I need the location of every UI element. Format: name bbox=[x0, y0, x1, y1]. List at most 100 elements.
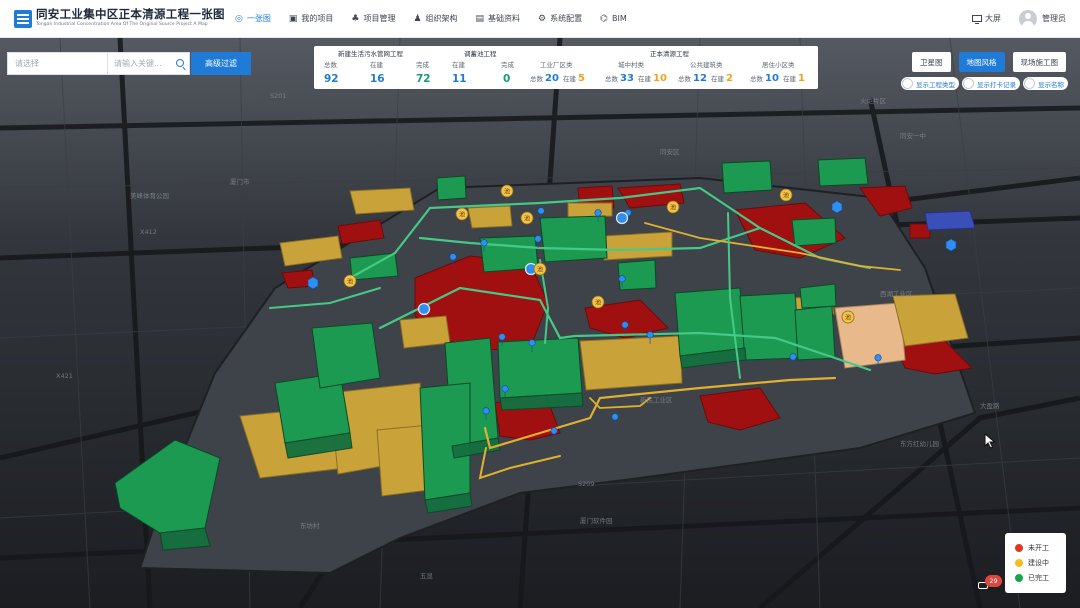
nav-item-project-management[interactable]: ♣ 项目管理 bbox=[342, 0, 404, 38]
stat-value: 92 bbox=[324, 73, 339, 85]
toggle-label: 显示工程类型 bbox=[916, 80, 955, 89]
map-label: 同安区 bbox=[660, 147, 680, 156]
top-navbar: 同安工业集中区正本清源工程一张图 Tongan Industrial Conce… bbox=[0, 0, 1080, 38]
search-input[interactable]: 请输入关键... bbox=[108, 52, 190, 75]
legend-label: 未开工 bbox=[1028, 544, 1049, 552]
map-label: 东坊村 bbox=[300, 521, 320, 530]
map-label: X421 bbox=[56, 372, 73, 380]
legend-dot bbox=[1015, 559, 1023, 567]
search-icon[interactable] bbox=[176, 59, 184, 67]
map-label: S209 bbox=[578, 480, 595, 488]
bigscreen-label: 大屏 bbox=[985, 14, 1001, 23]
avatar[interactable] bbox=[1019, 9, 1037, 28]
toggle-knob bbox=[902, 78, 913, 89]
gear-icon: ⚙ bbox=[538, 13, 547, 24]
people-icon: ♟ bbox=[413, 13, 422, 24]
layer-toggles: 显示工程类型 显示打卡记录 显示名称 bbox=[898, 77, 1068, 90]
bim-icon: ⌬ bbox=[600, 13, 608, 24]
logo-icon bbox=[14, 9, 32, 28]
category-name: 工业厂区类 bbox=[540, 61, 573, 69]
map-style-button[interactable]: 地图风格 bbox=[958, 52, 1005, 72]
category-select[interactable]: 请选择 bbox=[7, 52, 108, 75]
pool-marker-text: 池 bbox=[783, 192, 789, 200]
stat-value: 0 bbox=[503, 73, 511, 85]
nav-label: BIM bbox=[611, 14, 627, 23]
database-icon: ▤ bbox=[475, 13, 485, 24]
nav-item-system-config[interactable]: ⚙ 系统配置 bbox=[529, 0, 591, 38]
category-stats: 总数 12 在建 2 bbox=[678, 73, 733, 84]
satellite-button[interactable]: 卫星图 bbox=[912, 52, 951, 72]
pool-marker-text: 池 bbox=[504, 188, 510, 196]
nav-item-my-projects[interactable]: ▣ 我的项目 bbox=[280, 0, 343, 38]
site-construction-button[interactable]: 现场施工图 bbox=[1012, 52, 1066, 72]
toggle-knob bbox=[963, 78, 974, 89]
category-stats: 总数 10 在建 1 bbox=[750, 73, 805, 84]
main-nav: ◎ 一张图 ▣ 我的项目 ♣ 项目管理 ♟ 组织架构 ▤ 基础资料 ⚙ 系统配置… bbox=[226, 0, 636, 38]
stat-label: 在建 bbox=[370, 61, 383, 69]
app-subtitle: Tongan Industrial Concentration Area Of … bbox=[36, 21, 208, 27]
legend-item-completed: 已完工 bbox=[1015, 573, 1066, 583]
toggle-knob bbox=[1024, 78, 1035, 89]
stat-label: 总数 bbox=[324, 61, 337, 69]
stat-label: 完成 bbox=[501, 61, 514, 69]
advanced-filter-button[interactable]: 高级过滤 bbox=[191, 52, 251, 75]
nav-item-map[interactable]: ◎ 一张图 bbox=[226, 0, 280, 38]
legend-label: 建设中 bbox=[1028, 559, 1049, 567]
search-placeholder: 请输入关键... bbox=[114, 59, 162, 68]
stat-value: 11 bbox=[452, 73, 467, 85]
filter-bar: 请选择 请输入关键... 高级过滤 bbox=[7, 52, 251, 75]
stat-group-title: 新建生活污水管网工程 bbox=[338, 50, 403, 58]
category-name: 居住小区类 bbox=[762, 61, 795, 69]
username[interactable]: 管理员 bbox=[1042, 13, 1066, 24]
map-label: 大盈路 bbox=[980, 401, 1000, 410]
legend-item-in-progress: 建设中 bbox=[1015, 558, 1066, 568]
stat-value: 72 bbox=[416, 73, 431, 85]
category-stats: 总数 20 在建 5 bbox=[530, 73, 585, 84]
map-label: 厦门软件园 bbox=[580, 516, 613, 525]
stats-panel: 新建生活污水管网工程 总数 在建 完成 92 16 72 调蓄池工程 在建 完成… bbox=[314, 46, 818, 89]
pool-marker-text: 池 bbox=[347, 278, 353, 286]
map-label: S201 bbox=[270, 92, 287, 100]
org-icon: ♣ bbox=[351, 13, 360, 24]
nav-label: 一张图 bbox=[246, 14, 271, 23]
toggle-label: 显示名称 bbox=[1038, 80, 1064, 89]
folder-icon: ▣ bbox=[288, 13, 298, 24]
map-label: 西湖工业区 bbox=[880, 289, 913, 298]
category-name: 城中村类 bbox=[618, 61, 644, 69]
category-stats: 总数 33 在建 10 bbox=[605, 73, 667, 84]
stat-group-title: 调蓄池工程 bbox=[464, 50, 497, 58]
nav-label: 组织架构 bbox=[425, 14, 458, 23]
nav-label: 项目管理 bbox=[363, 14, 396, 23]
stat-label: 完成 bbox=[416, 61, 429, 69]
map-label: 新民工业区 bbox=[640, 395, 673, 404]
stat-value: 16 bbox=[370, 73, 385, 85]
stat-label: 在建 bbox=[452, 61, 465, 69]
app-logo[interactable]: 同安工业集中区正本清源工程一张图 Tongan Industrial Conce… bbox=[0, 7, 226, 28]
nav-label: 系统配置 bbox=[550, 14, 583, 23]
nav-item-bim[interactable]: ⌬ BIM bbox=[591, 0, 636, 38]
nav-item-basic-data[interactable]: ▤ 基础资料 bbox=[467, 0, 530, 38]
mouse-cursor-icon bbox=[984, 433, 996, 449]
bigscreen-button[interactable]: 大屏 bbox=[972, 13, 1001, 24]
category-name: 公共建筑类 bbox=[690, 61, 723, 69]
map-label: 五显 bbox=[420, 572, 434, 580]
toggle-project-type[interactable]: 显示工程类型 bbox=[901, 77, 959, 90]
globe-icon: ◎ bbox=[235, 13, 243, 24]
pool-marker-text: 池 bbox=[670, 204, 676, 212]
map-label: 美峰体育公园 bbox=[130, 191, 169, 200]
monitor-icon bbox=[972, 15, 982, 24]
toggle-checkin-records[interactable]: 显示打卡记录 bbox=[962, 77, 1020, 90]
toggle-label: 显示打卡记录 bbox=[977, 80, 1016, 89]
map-label: 同安一中 bbox=[900, 131, 926, 140]
pool-marker-text: 池 bbox=[845, 314, 851, 322]
app-title: 同安工业集中区正本清源工程一张图 bbox=[36, 7, 225, 22]
map-canvas[interactable]: 池 池 池 池 池 池 池 池 池 厦门市 同安区 美峰体育公园 西湖工业区 X… bbox=[0, 38, 1080, 608]
map-style-switcher: 卫星图 地图风格 现场施工图 bbox=[904, 52, 1066, 72]
toggle-names[interactable]: 显示名称 bbox=[1023, 77, 1068, 90]
notification-badge: 29 bbox=[985, 575, 1002, 587]
legend-dot bbox=[1015, 544, 1023, 552]
pool-marker-text: 池 bbox=[537, 266, 543, 274]
nav-label: 基础资料 bbox=[488, 14, 521, 23]
nav-item-organization[interactable]: ♟ 组织架构 bbox=[404, 0, 466, 38]
status-legend: 未开工 建设中 已完工 bbox=[1005, 533, 1066, 593]
